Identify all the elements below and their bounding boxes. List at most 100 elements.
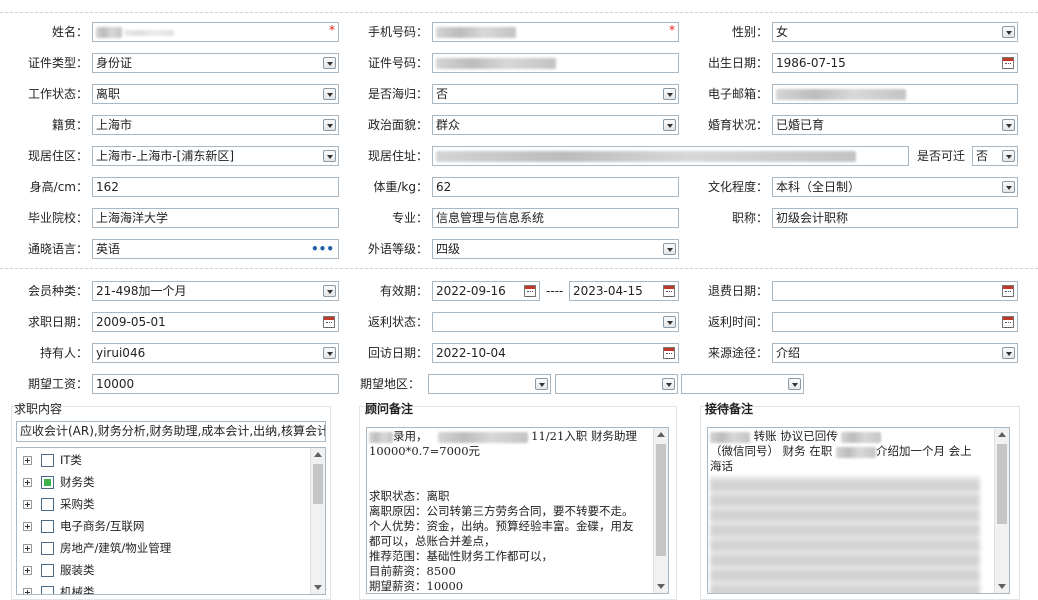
region-province-select[interactable] [428, 374, 551, 394]
category-checkbox[interactable] [41, 564, 54, 577]
calendar-icon[interactable] [663, 285, 675, 297]
category-checkbox[interactable] [41, 586, 54, 594]
category-checkbox[interactable] [41, 498, 54, 511]
expand-icon[interactable] [23, 544, 32, 553]
scroll-thumb[interactable] [656, 444, 666, 556]
chevron-down-icon[interactable] [323, 88, 336, 100]
chevron-down-icon[interactable] [323, 285, 336, 297]
expand-icon[interactable] [23, 456, 32, 465]
chevron-down-icon[interactable] [663, 119, 676, 131]
chevron-down-icon[interactable] [323, 347, 336, 359]
birth-date-input[interactable]: 1986-07-15 [772, 53, 1018, 73]
id-no-input[interactable] [432, 53, 679, 73]
school-input[interactable]: 上海海洋大学 [92, 208, 339, 228]
mobile-input[interactable]: * [432, 22, 679, 42]
chevron-down-icon[interactable] [1002, 150, 1015, 162]
address-input[interactable] [432, 146, 909, 166]
overseas-select[interactable]: 否 [432, 84, 679, 104]
language-input[interactable]: 英语 ••• [92, 239, 339, 259]
advisor-notes-textarea[interactable]: 录用， 11/21入职 财务助理 10000*0.7=7000元 求职状态：离职离… [366, 427, 669, 594]
chevron-down-icon[interactable] [1002, 181, 1015, 193]
valid-from-input[interactable]: 2022-09-16 [432, 281, 540, 301]
chevron-down-icon[interactable] [323, 119, 336, 131]
tree-item[interactable]: 采购类 [23, 494, 95, 514]
job-date-input[interactable]: 2009-05-01 [92, 312, 339, 332]
calendar-icon[interactable] [524, 285, 536, 297]
expand-icon[interactable] [23, 500, 32, 509]
salary-input[interactable]: 10000 [92, 374, 339, 394]
chevron-down-icon[interactable] [663, 88, 676, 100]
tree-item[interactable]: 财务类 [23, 472, 95, 492]
scroll-thumb[interactable] [313, 464, 323, 504]
id-type-select[interactable]: 身份证 [92, 53, 339, 73]
gender-select[interactable]: 女 [772, 22, 1018, 42]
lang-level-select[interactable]: 四级 [432, 239, 679, 259]
weight-input[interactable]: 62 [432, 177, 679, 197]
tree-item[interactable]: 房地产/建筑/物业管理 [23, 538, 171, 558]
valid-to-input[interactable]: 2023-04-15 [569, 281, 679, 301]
source-select[interactable]: 介绍 [772, 343, 1018, 363]
chevron-down-icon[interactable] [1002, 26, 1015, 38]
scroll-up-icon[interactable] [998, 432, 1006, 437]
expand-icon[interactable] [23, 522, 32, 531]
expand-icon[interactable] [23, 478, 32, 487]
calendar-icon[interactable] [1002, 316, 1014, 328]
chevron-down-icon[interactable] [662, 378, 675, 390]
tree-scrollbar[interactable] [310, 448, 325, 594]
reception-notes-textarea[interactable]: 转账 协议已回传 （微信同号） 财务 在职 介绍加一个月 会上 海话 [707, 427, 1010, 594]
more-icon[interactable]: ••• [311, 240, 334, 258]
category-checkbox[interactable] [41, 520, 54, 533]
reception-scrollbar[interactable] [994, 428, 1009, 593]
category-checkbox[interactable] [41, 476, 54, 489]
chevron-down-icon[interactable] [323, 150, 336, 162]
rebate-status-select[interactable] [432, 312, 679, 332]
tree-item[interactable]: 机械类 [23, 582, 95, 594]
scroll-down-icon[interactable] [314, 585, 322, 590]
title-input[interactable]: 初级会计职称 [772, 208, 1018, 228]
chevron-down-icon[interactable] [663, 316, 676, 328]
scroll-thumb[interactable] [997, 444, 1007, 524]
calendar-icon[interactable] [663, 347, 675, 359]
chevron-down-icon[interactable] [1002, 347, 1015, 359]
height-input[interactable]: 162 [92, 177, 339, 197]
holder-select[interactable]: yirui046 [92, 343, 339, 363]
member-type-select[interactable]: 21-498加一个月 [92, 281, 339, 301]
tree-item[interactable]: 电子商务/互联网 [23, 516, 144, 536]
chevron-down-icon[interactable] [1002, 119, 1015, 131]
scroll-up-icon[interactable] [314, 452, 322, 457]
calendar-icon[interactable] [1002, 57, 1014, 69]
expand-icon[interactable] [23, 566, 32, 575]
residence-area-select[interactable]: 上海市-上海市-[浦东新区] [92, 146, 339, 166]
chevron-down-icon[interactable] [535, 378, 548, 390]
refund-date-input[interactable] [772, 281, 1018, 301]
job-category-tree[interactable]: IT类 财务类 采购类 电子商务/互联网 房地产/建筑/物业管理 服装类机械类 [16, 447, 326, 595]
advisor-scrollbar[interactable] [653, 428, 668, 593]
expand-icon[interactable] [23, 588, 32, 594]
chevron-down-icon[interactable] [788, 378, 801, 390]
major-input[interactable]: 信息管理与信息系统 [432, 208, 679, 228]
calendar-icon[interactable] [323, 316, 335, 328]
tree-item[interactable]: 服装类 [23, 560, 95, 580]
region-district-select[interactable] [681, 374, 804, 394]
scroll-down-icon[interactable] [657, 584, 665, 589]
visit-date-input[interactable]: 2022-10-04 [432, 343, 679, 363]
chevron-down-icon[interactable] [663, 243, 676, 255]
scroll-up-icon[interactable] [657, 432, 665, 437]
job-summary-input[interactable]: 应收会计(AR),财务分析,财务助理,成本会计,出纳,核算会计 [16, 421, 326, 442]
scroll-down-icon[interactable] [998, 584, 1006, 589]
email-input[interactable] [772, 84, 1018, 104]
education-select[interactable]: 本科（全日制） [772, 177, 1018, 197]
work-status-select[interactable]: 离职 [92, 84, 339, 104]
category-checkbox[interactable] [41, 542, 54, 555]
chevron-down-icon[interactable] [323, 57, 336, 69]
tree-item[interactable]: IT类 [23, 450, 82, 470]
marital-select[interactable]: 已婚已育 [772, 115, 1018, 135]
relocate-select[interactable]: 否 [972, 146, 1018, 166]
native-select[interactable]: 上海市 [92, 115, 339, 135]
political-select[interactable]: 群众 [432, 115, 679, 135]
region-city-select[interactable] [555, 374, 678, 394]
rebate-time-input[interactable] [772, 312, 1018, 332]
category-checkbox[interactable] [41, 454, 54, 467]
calendar-icon[interactable] [1002, 285, 1014, 297]
name-input[interactable]: * [92, 22, 339, 42]
